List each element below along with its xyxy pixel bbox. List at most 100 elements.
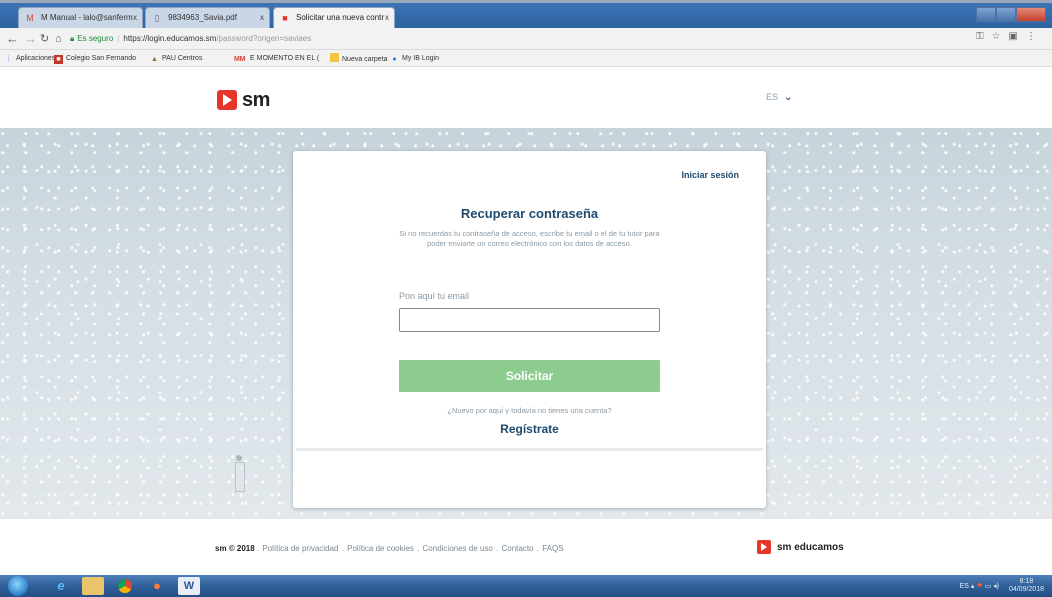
word-icon[interactable]: W (178, 577, 200, 595)
site-header: sm ES ⌄ (0, 68, 1052, 128)
url-separator: | (117, 34, 120, 43)
bookmark-apps[interactable]: ⁞ Aplicaciones (4, 53, 56, 64)
bookmark-momento[interactable]: M E MOMENTO EN EL ( (238, 53, 320, 64)
tab-pdf[interactable]: ▯ 9834963_Savia.pdf x (145, 7, 270, 28)
email-input[interactable] (399, 308, 660, 332)
sm-educamos-logo[interactable]: sm educamos (757, 540, 844, 554)
gmail-icon (222, 53, 231, 62)
snow-figure-image (232, 455, 246, 493)
bookmark-label: E MOMENTO EN EL ( (250, 55, 320, 62)
bookmark-label: Aplicaciones (16, 55, 56, 62)
windows-taskbar: e ● W ES ▴ ⚑ ▭ ◂) 8:18 04/09/2018 (0, 575, 1052, 597)
clock-date: 04/09/2018 (1008, 586, 1044, 593)
language-label: ES (766, 92, 779, 102)
logo-text: sm (242, 88, 270, 111)
bookmark-colegio[interactable]: ■ Colegio San Fernando (54, 53, 136, 64)
internet-explorer-icon[interactable]: e (50, 577, 72, 595)
home-icon[interactable]: ⌂ (55, 31, 62, 47)
login-link[interactable]: Iniciar sesión (681, 170, 739, 180)
sm-educamos-logo-icon (757, 540, 771, 554)
description-text: Si no recuerdas tu contraseña de acceso,… (399, 229, 660, 248)
tab-close-icon[interactable]: x (133, 8, 137, 28)
submit-button[interactable]: Solicitar (399, 360, 660, 392)
footer-link-contact[interactable]: Contacto (501, 544, 533, 553)
tab-label: Solicitar una nueva contr (296, 13, 385, 22)
footer-link-terms[interactable]: Condiciones de uso (423, 544, 493, 553)
signup-prompt: ¿Nuevo por aquí y todavía no tienes una … (447, 406, 612, 415)
site-footer: sm © 2018 . Política de privacidad . Pol… (0, 518, 1052, 575)
gmail-icon: M (239, 56, 246, 63)
url-field[interactable]: 🔒︎ Es seguro | https://login.educamos.sm/pa… (70, 30, 950, 47)
school-icon: ■ (54, 55, 63, 64)
tab-close-icon[interactable]: x (260, 8, 264, 28)
tab-close-icon[interactable]: x (385, 8, 389, 28)
file-explorer-icon[interactable] (82, 577, 104, 595)
footer-separator: . (256, 544, 262, 553)
tab-strip: M M Manual - lalo@sanferm x ▯ 9834963_Sa… (0, 3, 1052, 28)
extension-icon[interactable]: ▣ (1009, 31, 1026, 42)
bookmark-label: My IB Login (402, 55, 439, 62)
flag-icon[interactable]: ⚑ (976, 583, 982, 590)
bookmark-pau[interactable]: ▲ PAU Centros (150, 53, 202, 64)
maximize-button[interactable] (996, 7, 1016, 22)
chevron-down-icon: ⌄ (784, 92, 793, 103)
tray-arrow-icon[interactable]: ▴ (971, 583, 975, 590)
minimize-button[interactable] (976, 7, 996, 22)
clock[interactable]: 8:18 04/09/2018 (1009, 578, 1044, 594)
key-icon[interactable]: ⚿ (976, 31, 992, 42)
bookmarks-bar: ⁞ Aplicaciones ■ Colegio San Fernando ▲ PAU… (0, 50, 1052, 67)
sm-logo[interactable]: sm (217, 88, 270, 112)
footer-separator: . (417, 544, 422, 553)
back-arrow-icon[interactable]: ← (6, 31, 19, 47)
tab-label: M Manual - lalo@sanferm (41, 13, 133, 22)
toolbar-icons: ⚿☆▣⋮ (976, 31, 1044, 42)
bookmark-ib[interactable]: ● My IB Login (390, 53, 439, 64)
address-bar: ← → ↻ ⌂ 🔒︎ Es seguro | https://login.educam… (0, 28, 1052, 50)
volume-icon[interactable]: ◂) (993, 583, 999, 590)
page-title: Recuperar contraseña (460, 206, 599, 221)
window-controls (976, 7, 1046, 23)
recover-password-card: Iniciar sesión Recuperar contraseña Si n… (293, 151, 766, 508)
url-host: https://login.educamos.sm (123, 34, 217, 43)
tab-label: 9834963_Savia.pdf (168, 13, 237, 22)
close-window-button[interactable] (1016, 7, 1046, 22)
sm-favicon-icon: ■ (282, 13, 288, 23)
pau-icon: ▲ (151, 56, 158, 63)
system-tray: ES ▴ ⚑ ▭ ◂) 8:18 04/09/2018 (960, 578, 1044, 594)
media-player-icon[interactable]: ● (146, 577, 168, 595)
copyright: sm © 2018 (215, 544, 255, 553)
bookmark-nueva-carpeta[interactable]: Nueva carpeta (330, 53, 388, 65)
bookmark-label: Nueva carpeta (342, 56, 388, 63)
footer-link-faqs[interactable]: FAQS (542, 544, 563, 553)
url-path: /password?origen=saviaes (216, 34, 312, 43)
forward-arrow-icon[interactable]: → (24, 31, 37, 47)
card-divider (296, 448, 763, 451)
footer-separator: . (341, 544, 347, 553)
footer-link-privacy[interactable]: Política de privacidad (262, 544, 338, 553)
email-label: Pon aquí tu email (399, 291, 470, 301)
secure-label: Es seguro (77, 34, 114, 43)
register-link[interactable]: Regístrate (293, 422, 766, 436)
network-icon[interactable]: ▭ (985, 583, 992, 590)
reload-icon[interactable]: ↻ (40, 31, 49, 47)
footer-links: sm © 2018 . Política de privacidad . Pol… (215, 544, 565, 553)
footer-separator: . (536, 544, 542, 553)
menu-icon[interactable]: ⋮ (1026, 31, 1044, 42)
language-selector[interactable]: ES ⌄ (766, 92, 792, 103)
document-icon: ▯ (154, 13, 160, 23)
chrome-icon[interactable] (114, 577, 136, 595)
clock-time: 8:18 (1019, 578, 1034, 585)
tab-gmail[interactable]: M M Manual - lalo@sanferm x (18, 7, 143, 28)
apps-icon: ⁞ (7, 56, 10, 63)
tab-solicitar[interactable]: ■ Solicitar una nueva contr x (273, 7, 395, 28)
footer-brand: sm educamos (777, 541, 844, 553)
lock-icon: 🔒︎ (70, 34, 75, 43)
star-icon[interactable]: ☆ (992, 31, 1009, 42)
tray-language[interactable]: ES (960, 583, 969, 590)
footer-separator: . (496, 544, 501, 553)
gmail-icon: M (26, 13, 34, 23)
footer-link-cookies[interactable]: Política de cookies (347, 544, 414, 553)
folder-icon (330, 53, 339, 62)
start-button[interactable] (8, 576, 28, 596)
ib-icon: ● (392, 56, 397, 63)
